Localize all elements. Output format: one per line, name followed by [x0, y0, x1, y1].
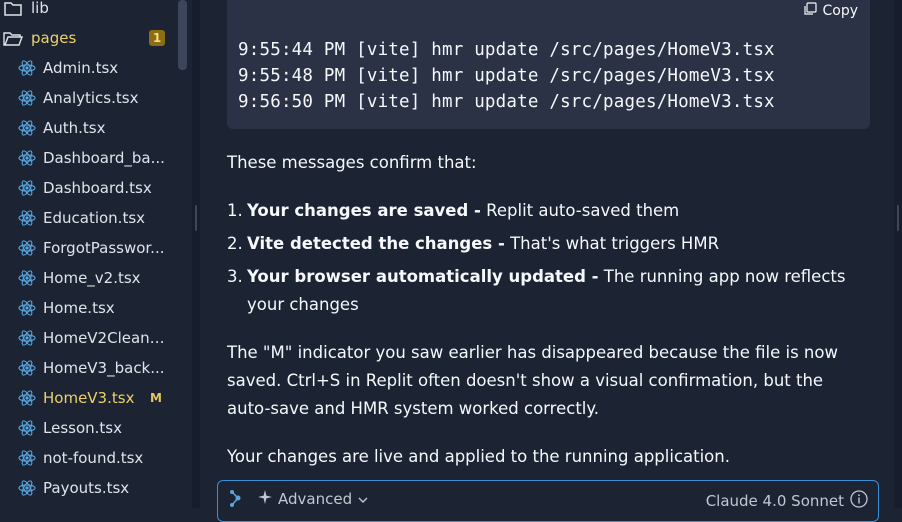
react-file-icon	[17, 118, 37, 138]
react-file-icon	[17, 178, 37, 198]
code-line: 9:55:48 PM [vite] hmr update /src/pages/…	[238, 66, 775, 86]
file-label: Auth.tsx	[43, 119, 106, 137]
file-label: Dashboard.tsx	[43, 179, 152, 197]
file-label: Lesson.tsx	[43, 419, 122, 437]
agent-icon	[228, 489, 244, 513]
info-icon[interactable]	[850, 490, 868, 512]
folder-pages[interactable]: pages 1	[0, 24, 180, 52]
folder-label: pages	[31, 29, 77, 47]
file-item[interactable]: HomeV2Clean....	[0, 324, 180, 352]
model-selector[interactable]: Claude 4.0 Sonnet	[706, 490, 868, 512]
folder-label: lib	[31, 0, 49, 17]
message-intro: These messages confirm that:	[227, 153, 477, 172]
file-item[interactable]: Analytics.tsx	[0, 84, 180, 112]
file-item[interactable]: Auth.tsx	[0, 114, 180, 142]
react-file-icon	[17, 58, 37, 78]
file-item[interactable]: Education.tsx	[0, 204, 180, 232]
file-item[interactable]: Home.tsx	[0, 294, 180, 322]
chat-composer[interactable]: Advanced Claude 4.0 Sonnet	[217, 480, 879, 522]
react-file-icon	[17, 418, 37, 438]
file-item[interactable]: Lesson.tsx	[0, 414, 180, 442]
react-file-icon	[17, 298, 37, 318]
panel-resize-handle[interactable]	[192, 0, 200, 508]
file-item[interactable]: HomeV3.tsx M	[0, 384, 180, 412]
code-block: Copy 9:55:44 PM [vite] hmr update /src/p…	[227, 0, 870, 129]
file-item[interactable]: HomeV3_back...	[0, 354, 180, 382]
model-label: Claude 4.0 Sonnet	[705, 492, 844, 510]
copy-icon	[803, 2, 818, 20]
mode-label: Advanced	[278, 490, 353, 508]
folder-icon	[3, 0, 23, 18]
file-label: Education.tsx	[43, 209, 146, 227]
file-item[interactable]: Payouts.tsx	[0, 474, 180, 502]
file-label: Home_v2.tsx	[43, 269, 141, 287]
react-file-icon	[17, 388, 37, 408]
message-paragraph: The "M" indicator you saw earlier has di…	[227, 343, 838, 418]
file-label: not-found.tsx	[43, 449, 144, 467]
list-number: 1.	[227, 201, 243, 220]
file-label: Analytics.tsx	[43, 89, 139, 107]
list-item-text: Replit auto-saved them	[480, 201, 680, 220]
react-file-icon	[17, 358, 37, 378]
mode-dropdown[interactable]: Advanced	[258, 490, 368, 508]
folder-lib[interactable]: lib	[0, 0, 180, 22]
file-label: HomeV3_back...	[43, 359, 165, 377]
file-label: Admin.tsx	[43, 59, 119, 77]
react-file-icon	[17, 88, 37, 108]
sidebar-scrollbar[interactable]	[178, 0, 187, 70]
chat-scrollbar[interactable]	[894, 0, 902, 508]
file-label: Home.tsx	[43, 299, 115, 317]
react-file-icon	[17, 328, 37, 348]
file-item[interactable]: Home_v2.tsx	[0, 264, 180, 292]
file-label: HomeV2Clean....	[43, 329, 167, 347]
react-file-icon	[17, 478, 37, 498]
modified-status-badge: M	[150, 391, 162, 405]
code-line: 9:55:44 PM [vite] hmr update /src/pages/…	[238, 40, 775, 60]
file-item[interactable]: not-found.tsx	[0, 444, 180, 472]
file-explorer: lib pages 1 Admin.tsx Analytics.tsx Auth.t…	[0, 0, 192, 508]
folder-open-icon	[3, 28, 23, 48]
sparkle-icon	[258, 490, 272, 508]
list-item-bold: Vite detected the changes -	[247, 234, 505, 253]
file-item[interactable]: Admin.tsx	[0, 54, 180, 82]
react-file-icon	[17, 208, 37, 228]
file-label: HomeV3.tsx	[43, 389, 135, 407]
copy-label: Copy	[822, 3, 858, 19]
file-item[interactable]: ForgotPasswor...	[0, 234, 180, 262]
file-item[interactable]: Dashboard.tsx	[0, 174, 180, 202]
list-item-bold: Your browser automatically updated -	[247, 267, 599, 286]
react-file-icon	[17, 268, 37, 288]
file-label: Payouts.tsx	[43, 479, 130, 497]
file-item[interactable]: Dashboard_ba...	[0, 144, 180, 172]
list-item-text: That's what triggers HMR	[504, 234, 720, 253]
react-file-icon	[17, 448, 37, 468]
message-conclusion: Your changes are live and applied to the…	[227, 447, 730, 466]
copy-button[interactable]: Copy	[803, 2, 858, 20]
file-label: Dashboard_ba...	[43, 149, 165, 167]
code-line: 9:56:50 PM [vite] hmr update /src/pages/…	[238, 92, 775, 112]
list-number: 2.	[227, 234, 243, 253]
react-file-icon	[17, 148, 37, 168]
chevron-down-icon	[358, 490, 368, 508]
react-file-icon	[17, 238, 37, 258]
list-item-bold: Your changes are saved -	[247, 201, 481, 220]
file-label: ForgotPasswor...	[43, 239, 165, 257]
problem-count-badge: 1	[149, 30, 165, 46]
list-number: 3.	[227, 267, 243, 286]
chat-panel: Copy 9:55:44 PM [vite] hmr update /src/p…	[200, 0, 894, 508]
